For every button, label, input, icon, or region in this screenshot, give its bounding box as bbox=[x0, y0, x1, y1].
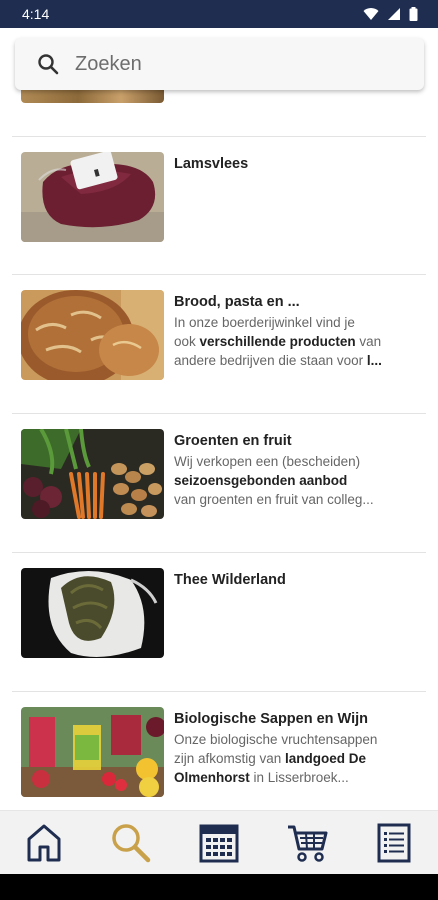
list-item[interactable]: Groenten en fruit Wij verkopen een (besc… bbox=[21, 429, 426, 519]
groenten-image bbox=[21, 429, 164, 519]
desc-line: ook verschillende producten van bbox=[174, 332, 412, 351]
nav-list-button[interactable] bbox=[364, 815, 424, 871]
lamsvlees-image bbox=[21, 152, 164, 242]
desc-text: in Lisserbroek... bbox=[249, 770, 349, 785]
item-title: Lamsvlees bbox=[174, 156, 249, 172]
list-item[interactable]: Brood, pasta en ... In onze boerderijwin… bbox=[21, 290, 426, 380]
desc-text: zijn afkomstig van bbox=[174, 751, 286, 766]
nav-calendar-button[interactable] bbox=[189, 815, 249, 871]
divider bbox=[12, 691, 426, 692]
list-icon bbox=[377, 823, 411, 862]
desc-bold: seizoensgebonden aanbod bbox=[174, 473, 348, 488]
divider bbox=[12, 413, 426, 414]
status-bar: 4:14 bbox=[0, 0, 438, 28]
desc-line: andere bedrijven die staan voor l... bbox=[174, 351, 412, 370]
desc-bold: landgoed De bbox=[285, 751, 367, 766]
list-item[interactable]: Thee Wilderland bbox=[21, 568, 426, 658]
divider bbox=[12, 136, 426, 137]
status-time: 4:14 bbox=[22, 6, 50, 22]
bottom-nav bbox=[0, 810, 438, 874]
nav-search-button[interactable] bbox=[101, 815, 161, 871]
desc-text: andere bedrijven die staan voor bbox=[174, 353, 367, 368]
desc-line: Olmenhorst in Lisserbroek... bbox=[174, 768, 412, 787]
desc-line: Wij verkopen een (bescheiden) bbox=[174, 454, 361, 469]
nav-home-button[interactable] bbox=[14, 815, 74, 871]
list-item[interactable]: Biologische Sappen en Wijn Onze biologis… bbox=[21, 707, 426, 797]
item-description: In onze boerderijwinkel vind je ook vers… bbox=[174, 313, 412, 370]
sappen-image bbox=[21, 707, 164, 797]
search-bar[interactable] bbox=[15, 38, 424, 90]
desc-text: van bbox=[355, 334, 382, 349]
brood-image bbox=[21, 290, 164, 380]
desc-line: seizoensgebonden aanbod bbox=[174, 471, 412, 490]
home-icon bbox=[27, 824, 61, 861]
list-item[interactable]: Lamsvlees bbox=[21, 152, 426, 242]
desc-text: ook bbox=[174, 334, 200, 349]
desc-line: In onze boerderijwinkel vind je bbox=[174, 315, 355, 330]
item-title: Biologische Sappen en Wijn bbox=[174, 711, 369, 727]
signal-icon bbox=[388, 8, 400, 20]
cart-icon bbox=[287, 825, 328, 862]
battery-icon bbox=[409, 7, 418, 21]
wifi-icon bbox=[363, 8, 379, 20]
desc-line: zijn afkomstig van landgoed De bbox=[174, 749, 412, 768]
system-navigation-bar bbox=[0, 874, 438, 900]
desc-bold: l... bbox=[366, 353, 382, 368]
item-title: Groenten en fruit bbox=[174, 433, 292, 449]
status-icons bbox=[363, 7, 418, 21]
item-description: Wij verkopen een (bescheiden) seizoensge… bbox=[174, 452, 412, 509]
search-icon bbox=[38, 54, 59, 75]
desc-bold: verschillende producten bbox=[199, 334, 356, 349]
desc-bold: Olmenhorst bbox=[174, 770, 250, 785]
item-title: Brood, pasta en ... bbox=[174, 294, 300, 310]
divider bbox=[12, 274, 426, 275]
search-input[interactable] bbox=[75, 52, 375, 76]
product-list[interactable]: Lamsvlees Brood, pasta en ... In onze bo… bbox=[0, 28, 438, 810]
desc-line: Onze biologische vruchtensappen bbox=[174, 732, 378, 747]
item-description: Onze biologische vruchtensappen zijn afk… bbox=[174, 730, 412, 787]
nav-cart-button[interactable] bbox=[277, 815, 337, 871]
search-icon bbox=[112, 823, 151, 862]
divider bbox=[12, 552, 426, 553]
item-title: Thee Wilderland bbox=[174, 572, 286, 588]
thee-image bbox=[21, 568, 164, 658]
list-item-image-partial[interactable] bbox=[21, 89, 164, 103]
calendar-icon bbox=[199, 824, 239, 862]
desc-line: van groenten en fruit van colleg... bbox=[174, 492, 374, 507]
